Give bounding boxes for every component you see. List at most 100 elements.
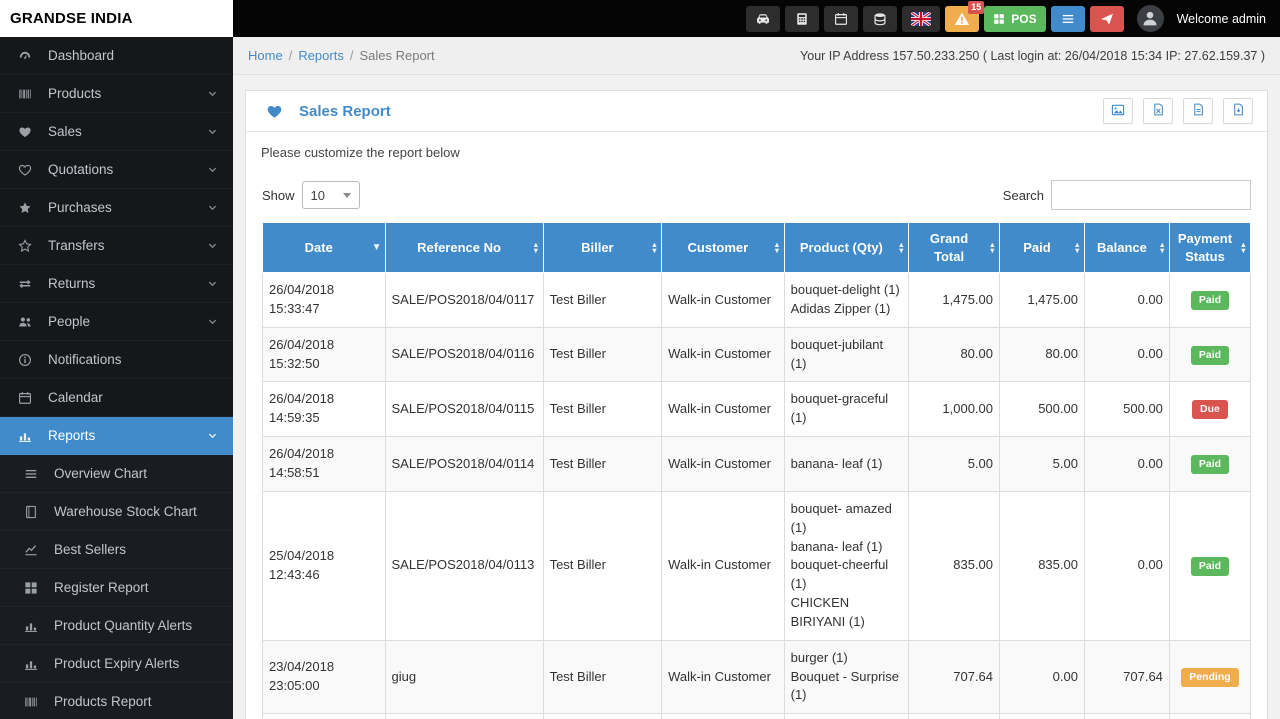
pos-button[interactable]: POS	[984, 5, 1046, 32]
barcode-icon	[18, 87, 48, 101]
column-header-biller[interactable]: Biller ▲ ▼	[542, 221, 663, 274]
page-length-select[interactable]: 10	[301, 181, 360, 209]
sidebar-item-label: Products Report	[54, 694, 152, 709]
sidebar-item-warehouse-stock-chart[interactable]: Warehouse Stock Chart	[0, 493, 233, 531]
sales-report-table: Date ▼ Reference No ▲ ▼ Biller ▲ ▼ Customer ▲ ▼ Pro…	[262, 221, 1252, 719]
cell-grand-total: 1,475.00	[908, 272, 1000, 328]
list-button[interactable]	[1050, 5, 1085, 32]
sidebar-item-product-expiry-alerts[interactable]: Product Expiry Alerts	[0, 645, 233, 683]
car-icon	[755, 11, 771, 27]
sidebar-item-people[interactable]: People	[0, 303, 233, 341]
cell-biller: Test Biller	[542, 381, 663, 438]
calendar-icon	[834, 12, 848, 26]
cell-balance: 707.64	[1083, 639, 1170, 715]
sidebar-item-label: Warehouse Stock Chart	[54, 504, 197, 519]
cell-balance: 500.00	[1083, 381, 1170, 438]
payment-status-badge: Paid	[1190, 454, 1230, 475]
cell-ref: SALE/POS2018/04/0112	[384, 713, 544, 719]
sidebar-item-notifications[interactable]: Notifications	[0, 341, 233, 379]
export-csv-button[interactable]	[1223, 98, 1253, 124]
sidebar-item-dashboard[interactable]: Dashboard	[0, 37, 233, 75]
table-header-row: Date ▼ Reference No ▲ ▼ Biller ▲ ▼ Customer ▲ ▼ Pro…	[262, 221, 1252, 274]
product-line: bouquet-graceful (1)	[790, 391, 889, 426]
table-row: 26/04/2018 15:32:50 SALE/POS2018/04/0116 T…	[262, 326, 1252, 383]
export-image-button[interactable]	[1103, 98, 1133, 124]
report-subtitle: Please customize the report below	[261, 145, 460, 160]
cell-paid: 500.00	[999, 381, 1085, 438]
sidebar-item-purchases[interactable]: Purchases	[0, 189, 233, 227]
chevron-down-icon	[207, 240, 219, 251]
cell-grand-total: 5.00	[908, 436, 1000, 492]
sidebar-item-label: Product Expiry Alerts	[54, 656, 180, 671]
export-pdf-button[interactable]	[1183, 98, 1213, 124]
cell-ref: SALE/POS2018/04/0113	[384, 490, 544, 641]
book-icon	[24, 505, 54, 519]
sidebar-item-returns[interactable]: Returns	[0, 265, 233, 303]
excel-export-icon	[1152, 103, 1165, 119]
paper-plane-icon	[1100, 12, 1114, 26]
column-header-paid[interactable]: Paid ▲ ▼	[999, 221, 1085, 274]
alerts-button[interactable]: 15	[945, 0, 985, 32]
sidebar-item-label: Sales	[48, 124, 82, 139]
product-line: CHICKEN BIRIYANI (1)	[790, 595, 865, 629]
column-header-grand-total[interactable]: Grand Total ▲ ▼	[908, 221, 1000, 274]
export-group	[1103, 98, 1257, 124]
caret-down-icon	[342, 192, 351, 198]
sidebar-item-overview-chart[interactable]: Overview Chart	[0, 455, 233, 493]
sidebar-item-label: Reports	[48, 428, 96, 443]
cell-paid: 0.00	[999, 639, 1085, 715]
column-label: Reference No	[417, 239, 501, 255]
sidebar-item-quotations[interactable]: Quotations	[0, 151, 233, 189]
star-icon	[18, 201, 48, 215]
language-button[interactable]	[902, 5, 941, 32]
sidebar-item-reports[interactable]: Reports	[0, 417, 233, 455]
column-header-date[interactable]: Date ▼	[262, 221, 386, 274]
cell-ref: giug	[384, 639, 544, 715]
sidebar-item-products[interactable]: Products	[0, 75, 233, 113]
breadcrumb-reports[interactable]: Reports	[298, 48, 344, 63]
car-button[interactable]	[746, 5, 781, 32]
sidebar-item-calendar[interactable]: Calendar	[0, 379, 233, 417]
sidebar: Dashboard Products Sales Quotations Purchase…	[0, 37, 233, 719]
calendar-button[interactable]	[824, 5, 859, 32]
sidebar-menu: Dashboard Products Sales Quotations Purchase…	[0, 37, 233, 719]
cell-balance: 0.00	[1083, 713, 1170, 719]
sidebar-item-best-sellers[interactable]: Best Sellers	[0, 531, 233, 569]
search-control: Search	[1003, 180, 1251, 210]
search-input[interactable]	[1051, 180, 1251, 210]
cell-ref: SALE/POS2018/04/0117	[384, 272, 544, 328]
column-header-balance[interactable]: Balance ▲ ▼	[1083, 221, 1170, 274]
cell-grand-total: 835.00	[908, 490, 1000, 641]
cell-customer: Walk-in Customer	[661, 490, 785, 641]
avatar[interactable]	[1136, 5, 1164, 32]
column-header-customer[interactable]: Customer ▲ ▼	[661, 221, 785, 274]
chevron-down-icon	[207, 126, 219, 137]
cell-customer: Walk-in Customer	[661, 326, 785, 383]
database-button[interactable]	[863, 5, 898, 32]
breadcrumb-home[interactable]: Home	[248, 48, 283, 63]
payment-status-badge: Due	[1192, 400, 1228, 420]
cell-status: Due	[1168, 381, 1252, 438]
sidebar-item-transfers[interactable]: Transfers	[0, 227, 233, 265]
send-button[interactable]	[1089, 5, 1124, 32]
calculator-icon	[795, 12, 809, 26]
cell-balance: 0.00	[1083, 436, 1170, 492]
calculator-button[interactable]	[785, 5, 820, 32]
cell-balance: 0.00	[1083, 490, 1170, 641]
column-label: Customer	[687, 239, 749, 255]
cell-balance: 0.00	[1083, 326, 1170, 383]
sidebar-item-products-report[interactable]: Products Report	[0, 683, 233, 719]
search-label: Search	[1002, 187, 1044, 203]
sidebar-item-sales[interactable]: Sales	[0, 113, 233, 151]
column-header-reference-no[interactable]: Reference No ▲ ▼	[384, 221, 544, 274]
column-header-payment-status[interactable]: Payment Status ▲ ▼	[1168, 221, 1252, 274]
sidebar-item-product-quantity-alerts[interactable]: Product Quantity Alerts	[0, 607, 233, 645]
brand-logo: GRANDSE INDIA	[0, 0, 233, 37]
database-icon	[873, 12, 887, 26]
sidebar-item-register-report[interactable]: Register Report	[0, 569, 233, 607]
export-excel-button[interactable]	[1143, 98, 1173, 124]
cell-status: Paid	[1168, 436, 1252, 492]
column-header-product-qty[interactable]: Product (Qty) ▲ ▼	[783, 221, 910, 274]
sidebar-item-label: Overview Chart	[54, 466, 148, 481]
cell-ref: SALE/POS2018/04/0115	[384, 381, 544, 438]
